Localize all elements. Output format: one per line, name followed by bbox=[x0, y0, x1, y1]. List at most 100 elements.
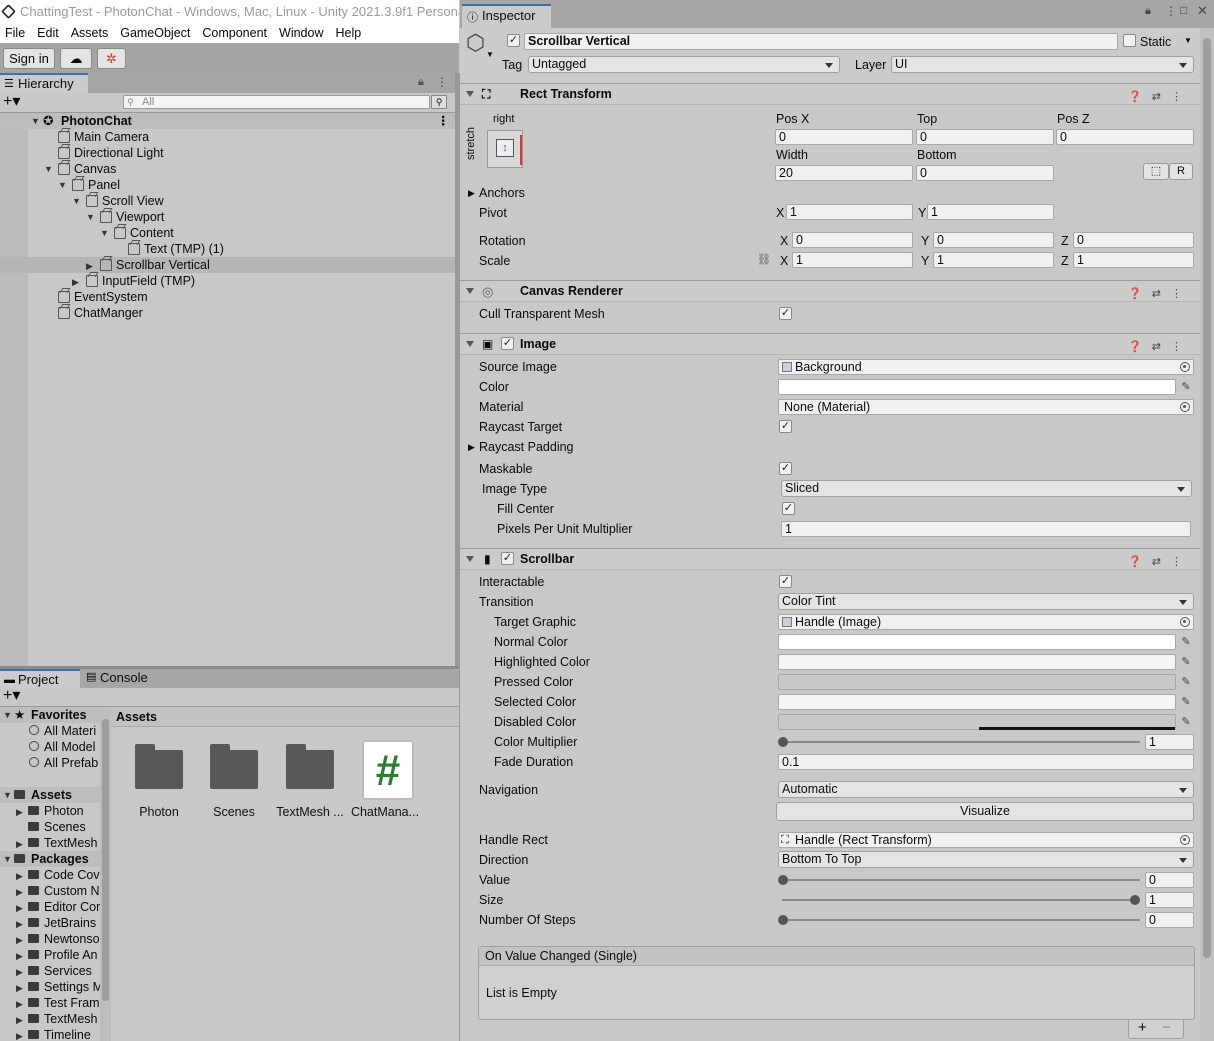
material-field[interactable]: None (Material) bbox=[778, 399, 1194, 415]
color-multiplier-field[interactable]: 1 bbox=[1145, 734, 1194, 750]
collapse-arrow-icon[interactable] bbox=[466, 556, 474, 562]
asset-folder-scenes[interactable]: Scenes bbox=[199, 740, 269, 820]
selected-color-swatch[interactable] bbox=[778, 694, 1176, 710]
hierarchy-item-directional-light[interactable]: Directional Light bbox=[0, 145, 455, 161]
size-slider-knob[interactable] bbox=[1130, 895, 1140, 905]
tab-hierarchy[interactable]: ☰ Hierarchy bbox=[0, 73, 88, 93]
raycast-padding-label[interactable]: Raycast Padding bbox=[479, 439, 574, 455]
collapse-arrow-icon[interactable] bbox=[466, 288, 474, 294]
hierarchy-item-main-camera[interactable]: Main Camera bbox=[0, 129, 455, 145]
packages-header[interactable]: ▼ Packages bbox=[0, 851, 100, 867]
assets-header[interactable]: ▼ Assets bbox=[0, 787, 100, 803]
hierarchy-item-scrollbar-vertical[interactable]: ▶ Scrollbar Vertical bbox=[0, 257, 455, 273]
tab-inspector[interactable]: ⓘ Inspector bbox=[462, 4, 551, 28]
scale-z-field[interactable]: 1 bbox=[1073, 252, 1194, 268]
package-folder[interactable]: ▶ Timeline bbox=[0, 1027, 100, 1041]
collab-button[interactable]: ✲ bbox=[97, 48, 126, 69]
collapse-arrow-icon[interactable]: ▶ bbox=[16, 980, 23, 995]
rect-transform-header[interactable]: ⛶ Rect Transform ❓⇄⋮ bbox=[460, 83, 1200, 105]
color-multiplier-slider-knob[interactable] bbox=[778, 737, 788, 747]
component-header-icons[interactable]: ❓⇄⋮ bbox=[1128, 87, 1192, 108]
anchor-preset-button[interactable]: ↕ bbox=[487, 130, 523, 168]
hierarchy-item-eventsystem[interactable]: EventSystem bbox=[0, 289, 455, 305]
hierarchy-scene-photonchat[interactable]: ▼ ✪ PhotonChat ⋮ bbox=[0, 113, 455, 129]
disabled-color-swatch[interactable] bbox=[778, 714, 1176, 730]
scale-y-field[interactable]: 1 bbox=[933, 252, 1054, 268]
posx-field[interactable]: 0 bbox=[775, 129, 913, 145]
layer-dropdown[interactable]: UI bbox=[891, 56, 1194, 73]
expand-arrow-icon[interactable]: ▼ bbox=[86, 209, 95, 225]
tree-folder[interactable]: ▶ TextMesh bbox=[0, 835, 100, 851]
collapse-arrow-icon[interactable]: ▶ bbox=[16, 948, 23, 963]
package-folder[interactable]: ▶ Code Cov bbox=[0, 867, 100, 883]
menu-edit[interactable]: Edit bbox=[32, 24, 66, 43]
fade-duration-field[interactable]: 0.1 bbox=[778, 754, 1194, 770]
package-folder[interactable]: ▶ Test Fram bbox=[0, 995, 100, 1011]
blueprint-mode-button[interactable]: ⬚ bbox=[1143, 163, 1169, 180]
hierarchy-item-viewport[interactable]: ▼ Viewport bbox=[0, 209, 455, 225]
component-header-icons[interactable]: ❓⇄⋮ bbox=[1128, 337, 1192, 358]
chevron-down-icon[interactable]: ▼ bbox=[1184, 36, 1192, 45]
package-folder[interactable]: ▶ Settings M bbox=[0, 979, 100, 995]
posz-field[interactable]: 0 bbox=[1056, 129, 1194, 145]
package-folder[interactable]: ▶ Custom N bbox=[0, 883, 100, 899]
highlighted-color-swatch[interactable] bbox=[778, 654, 1176, 670]
color-multiplier-slider[interactable] bbox=[782, 741, 1140, 743]
tree-folder[interactable]: ▶ Photon bbox=[0, 803, 100, 819]
close-icon[interactable]: ✕ bbox=[1197, 3, 1208, 19]
collapse-arrow-icon[interactable]: ▶ bbox=[16, 804, 23, 819]
handle-rect-field[interactable]: ⛶ Handle (Rect Transform) bbox=[778, 832, 1194, 848]
menu-help[interactable]: Help bbox=[330, 24, 368, 43]
package-folder[interactable]: ▶ Editor Cor bbox=[0, 899, 100, 915]
cloud-button[interactable]: ☁ bbox=[60, 48, 92, 69]
collapse-arrow-icon[interactable]: ▶ bbox=[16, 1028, 23, 1041]
collapse-arrow-icon[interactable] bbox=[466, 91, 474, 97]
package-folder[interactable]: ▶ JetBrains bbox=[0, 915, 100, 931]
size-slider[interactable] bbox=[782, 899, 1140, 901]
menu-assets[interactable]: Assets bbox=[66, 24, 116, 43]
menu-component[interactable]: Component bbox=[197, 24, 274, 43]
object-active-checkbox[interactable]: ✓ bbox=[507, 34, 520, 47]
hierarchy-item-chatmanger[interactable]: ChatManger bbox=[0, 305, 455, 321]
add-icon[interactable]: +▾ bbox=[3, 687, 20, 705]
value-slider[interactable] bbox=[782, 879, 1140, 881]
link-icon[interactable]: ⛓ bbox=[757, 253, 771, 266]
expand-arrow-icon[interactable]: ▼ bbox=[3, 787, 12, 803]
collapse-arrow-icon[interactable]: ▶ bbox=[16, 884, 23, 899]
package-folder[interactable]: ▶ Profile An bbox=[0, 947, 100, 963]
asset-folder-textmesh[interactable]: TextMesh ... bbox=[275, 740, 345, 820]
maskable-checkbox[interactable]: ✓ bbox=[779, 462, 792, 475]
value-slider-knob[interactable] bbox=[778, 875, 788, 885]
number-of-steps-field[interactable]: 0 bbox=[1145, 912, 1194, 928]
navigation-dropdown[interactable]: Automatic bbox=[778, 781, 1194, 798]
pixels-per-unit-field[interactable]: 1 bbox=[781, 521, 1191, 537]
package-folder[interactable]: ▶ TextMesh bbox=[0, 1011, 100, 1027]
collapse-arrow-icon[interactable]: ▶ bbox=[16, 916, 23, 931]
tag-dropdown[interactable]: Untagged bbox=[528, 56, 840, 73]
direction-dropdown[interactable]: Bottom To Top bbox=[778, 851, 1194, 868]
raycast-target-checkbox[interactable]: ✓ bbox=[779, 420, 792, 433]
collapse-arrow-icon[interactable]: ▶ bbox=[468, 442, 475, 453]
expand-arrow-icon[interactable]: ▼ bbox=[100, 225, 109, 241]
tree-folder[interactable]: Scenes bbox=[0, 819, 100, 835]
eyedropper-icon[interactable]: ✎ bbox=[1178, 379, 1194, 395]
collapse-arrow-icon[interactable]: ▶ bbox=[16, 964, 23, 979]
image-enabled-checkbox[interactable]: ✓ bbox=[501, 337, 514, 350]
kebab-menu-icon[interactable]: ⋮ bbox=[1165, 4, 1177, 18]
size-field[interactable]: 1 bbox=[1145, 892, 1194, 908]
interactable-checkbox[interactable]: ✓ bbox=[779, 575, 792, 588]
eyedropper-icon[interactable]: ✎ bbox=[1178, 634, 1194, 650]
image-type-dropdown[interactable]: Sliced bbox=[781, 480, 1192, 497]
image-header[interactable]: ▣ ✓ Image ❓⇄⋮ bbox=[460, 333, 1200, 355]
scale-x-field[interactable]: 1 bbox=[792, 252, 913, 268]
expand-arrow-icon[interactable]: ▼ bbox=[58, 177, 67, 193]
collapse-arrow-icon[interactable]: ▶ bbox=[16, 836, 23, 851]
target-graphic-field[interactable]: Handle (Image) bbox=[778, 614, 1194, 630]
hierarchy-item-content[interactable]: ▼ Content bbox=[0, 225, 455, 241]
visualize-button[interactable]: Visualize bbox=[776, 802, 1194, 821]
collapse-arrow-icon[interactable]: ▶ bbox=[16, 996, 23, 1011]
rotation-y-field[interactable]: 0 bbox=[933, 232, 1054, 248]
favorite-item[interactable]: All Model bbox=[0, 739, 100, 755]
tab-console[interactable]: ▤ Console bbox=[84, 669, 154, 688]
favorites-header[interactable]: ▼ ★ Favorites bbox=[0, 707, 100, 723]
